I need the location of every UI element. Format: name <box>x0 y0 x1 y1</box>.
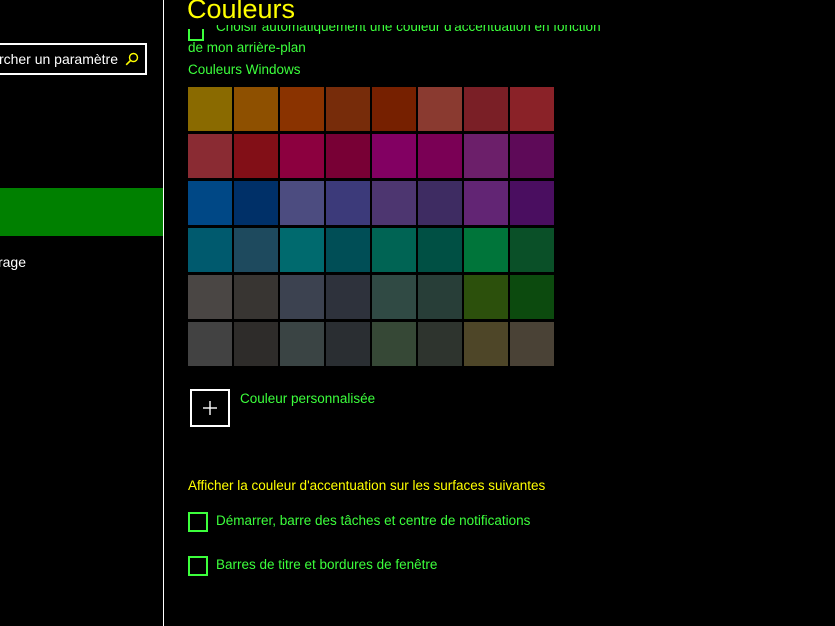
color-swatch[interactable] <box>372 322 416 366</box>
color-swatch[interactable] <box>234 87 278 131</box>
color-swatch[interactable] <box>510 275 554 319</box>
color-swatch[interactable] <box>280 87 324 131</box>
page-title: Couleurs <box>187 0 296 24</box>
color-swatch[interactable] <box>510 87 554 131</box>
color-swatch[interactable] <box>326 228 370 272</box>
color-swatch[interactable] <box>464 87 508 131</box>
plus-icon <box>203 401 217 415</box>
color-swatch[interactable] <box>510 322 554 366</box>
sidebar-item-couleurs-selected[interactable] <box>0 188 163 236</box>
color-swatch[interactable] <box>326 181 370 225</box>
color-swatch[interactable] <box>510 134 554 178</box>
color-swatch[interactable] <box>418 87 462 131</box>
color-swatch[interactable] <box>280 181 324 225</box>
sidebar-item-label: Démarrage <box>0 254 26 270</box>
search-icon[interactable] <box>125 52 139 66</box>
auto-accent-label-line1: Choisir automatiquement une couleur d'ac… <box>216 25 601 34</box>
title-bars-label: Barres de titre et bordures de fenêtre <box>216 557 438 572</box>
custom-color-link[interactable]: Couleur personnalisée <box>240 391 375 406</box>
color-swatch[interactable] <box>188 181 232 225</box>
windows-colors-heading: Couleurs Windows <box>188 62 301 77</box>
color-swatch[interactable] <box>188 228 232 272</box>
color-swatch[interactable] <box>372 134 416 178</box>
color-swatch-grid <box>188 87 554 366</box>
color-swatch[interactable] <box>188 322 232 366</box>
color-swatch[interactable] <box>372 181 416 225</box>
color-swatch[interactable] <box>234 228 278 272</box>
color-swatch[interactable] <box>188 275 232 319</box>
color-swatch[interactable] <box>234 322 278 366</box>
sidebar-item-demarrage[interactable]: Démarrage <box>0 254 26 270</box>
color-swatch[interactable] <box>418 228 462 272</box>
color-swatch[interactable] <box>234 275 278 319</box>
color-swatch[interactable] <box>280 228 324 272</box>
search-input[interactable]: Rechercher un paramètre <box>0 45 118 73</box>
color-swatch[interactable] <box>418 275 462 319</box>
main-panel: Couleurs Choisir automatiquement une cou… <box>165 0 835 626</box>
search-box[interactable]: Rechercher un paramètre <box>0 43 147 75</box>
settings-window: Rechercher un paramètre Démarrage Couleu… <box>0 0 835 626</box>
color-swatch[interactable] <box>464 322 508 366</box>
color-swatch[interactable] <box>464 134 508 178</box>
color-swatch[interactable] <box>326 275 370 319</box>
color-swatch[interactable] <box>188 134 232 178</box>
sidebar: Rechercher un paramètre Démarrage <box>0 0 164 626</box>
surfaces-heading: Afficher la couleur d'accentuation sur l… <box>188 478 546 493</box>
auto-accent-label-line2: de mon arrière-plan <box>188 40 306 55</box>
color-swatch[interactable] <box>510 228 554 272</box>
color-swatch[interactable] <box>418 134 462 178</box>
start-taskbar-checkbox[interactable] <box>188 512 208 532</box>
color-swatch[interactable] <box>188 87 232 131</box>
color-swatch[interactable] <box>234 181 278 225</box>
color-swatch[interactable] <box>464 228 508 272</box>
custom-color-button[interactable] <box>190 389 230 427</box>
color-swatch[interactable] <box>464 275 508 319</box>
title-bars-checkbox[interactable] <box>188 556 208 576</box>
color-swatch[interactable] <box>418 181 462 225</box>
color-swatch[interactable] <box>418 322 462 366</box>
color-swatch[interactable] <box>234 134 278 178</box>
color-swatch[interactable] <box>326 87 370 131</box>
color-swatch[interactable] <box>326 134 370 178</box>
color-swatch[interactable] <box>280 275 324 319</box>
color-swatch[interactable] <box>326 322 370 366</box>
color-swatch[interactable] <box>464 181 508 225</box>
color-swatch[interactable] <box>280 322 324 366</box>
color-swatch[interactable] <box>280 134 324 178</box>
color-swatch[interactable] <box>510 181 554 225</box>
color-swatch[interactable] <box>372 87 416 131</box>
color-swatch[interactable] <box>372 228 416 272</box>
start-taskbar-label: Démarrer, barre des tâches et centre de … <box>216 513 531 528</box>
color-swatch[interactable] <box>372 275 416 319</box>
